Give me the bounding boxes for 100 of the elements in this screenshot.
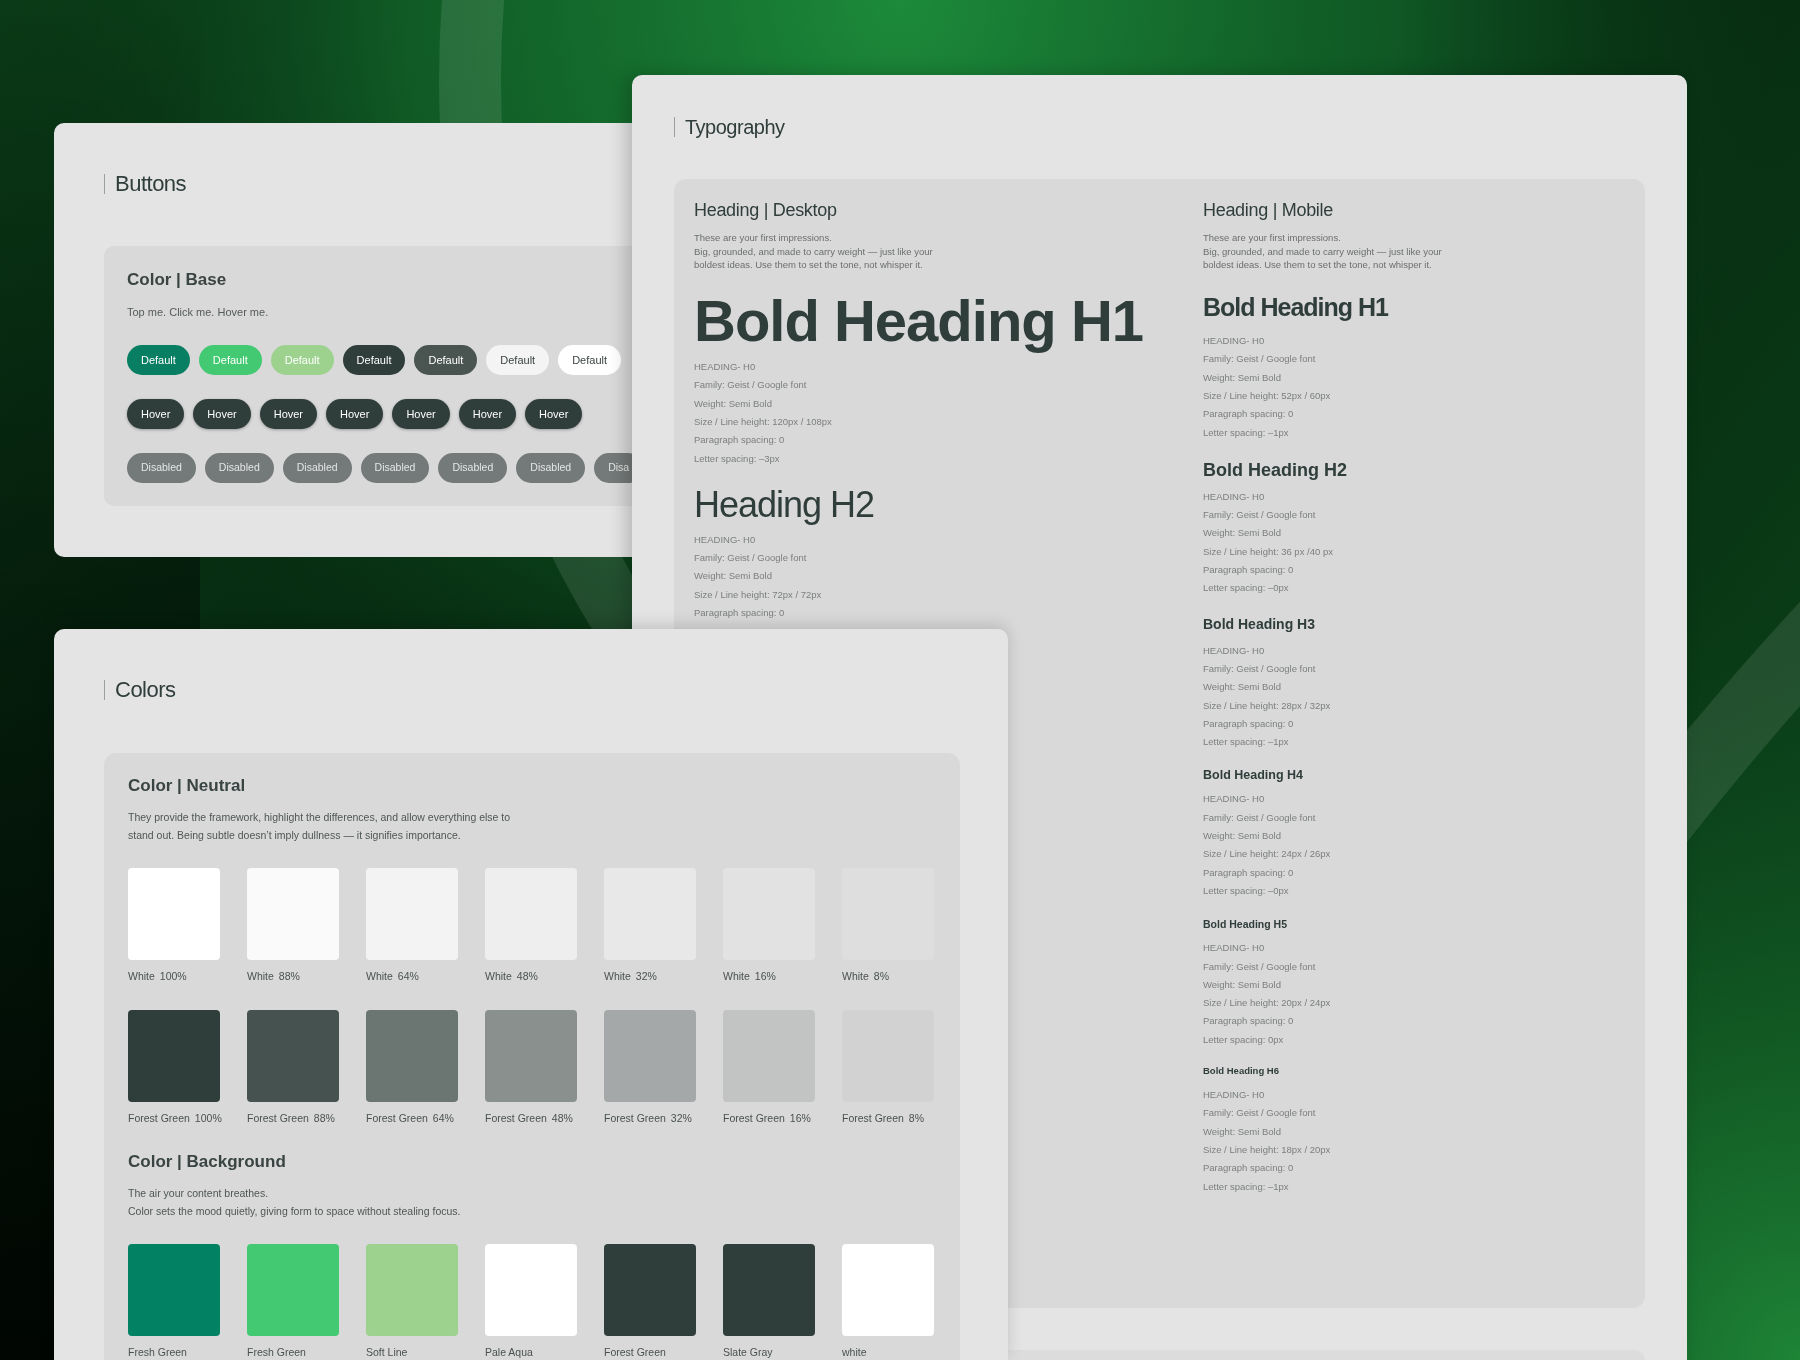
spec-line: Size / Line height: 120px / 108px [694, 415, 832, 429]
heading-sample: Bold Heading H6 [1203, 1066, 1279, 1076]
swatch-label: Forest Green [604, 1346, 666, 1358]
pill-button[interactable]: Default [342, 345, 406, 375]
column-description: These are your first impressions. Big, grounded, and made to carry weight — just like your boldest ideas. Use them to set the tone, not whisper it. [694, 231, 933, 273]
spec-line: Family: Geist / Google font [1203, 352, 1316, 367]
spec-line: Paragraph spacing: 0 [1203, 407, 1294, 422]
card-title: Typography [685, 115, 785, 139]
spec-line: HEADING- H0 [1203, 792, 1265, 807]
spec-line: Size / Line height: 24px / 26px [1203, 847, 1331, 862]
swatch-label: Forest Green [604, 1112, 666, 1124]
section-description: The air your content breathes. Color sets the mood quietly, giving form to space without stealing focus. [128, 1186, 461, 1219]
section-description: They provide the framework, highlight the differences, and allow everything else to stand out. Being subtle doesn’t imply dullness — it signifies importance. [128, 810, 511, 843]
spec-line: Paragraph spacing: 0 [1203, 1161, 1294, 1176]
heading-sample: Bold Heading H3 [1203, 616, 1315, 631]
spec-line: Letter spacing: 0px [1203, 1032, 1284, 1047]
section-description: Top me. Click me. Hover me. [127, 305, 269, 319]
swatch-label: Forest Green [842, 1112, 904, 1124]
pill-button[interactable]: Hover [127, 399, 185, 429]
column-heading: Heading | Mobile [1203, 199, 1333, 221]
swatch-label: Fresh Green [247, 1346, 306, 1358]
swatch-percent: 32% [670, 1112, 692, 1124]
spec-line: Family: Geist / Google font [694, 551, 807, 566]
swatch-label: White [247, 970, 274, 982]
heading-sample: Heading H2 [694, 486, 875, 523]
spec-line: Weight: Semi Bold [1203, 680, 1281, 695]
spec-line: Letter spacing: –1px [1203, 425, 1289, 440]
pill-button[interactable]: Default [558, 345, 621, 375]
swatch-label: Forest Green [723, 1112, 785, 1124]
heading-sample: Bold Heading H2 [1203, 460, 1347, 479]
pill-button[interactable]: Default [486, 345, 550, 375]
swatch-percent: 48% [516, 970, 538, 982]
section-heading: Color | Neutral [128, 776, 246, 796]
swatch-label: Forest Green [128, 1112, 190, 1124]
swatch-percent: 64% [397, 970, 419, 982]
spec-line: Paragraph spacing: 0 [1203, 865, 1294, 880]
section-heading: Color | Base [127, 270, 227, 290]
spec-line: Letter spacing: –0px [1203, 581, 1289, 596]
spec-line: Family: Geist / Google font [1203, 959, 1316, 974]
spec-line: Family: Geist / Google font [1203, 1106, 1316, 1121]
spec-line: HEADING- H0 [1203, 643, 1265, 658]
spec-line: Paragraph spacing: 0 [1203, 563, 1294, 578]
swatch-label: White [723, 970, 750, 982]
spec-line: HEADING- H0 [694, 360, 756, 375]
spec-line: Size / Line height: 52px / 60px [1203, 389, 1331, 403]
spec-line: Size / Line height: 28px / 32px [1203, 698, 1331, 713]
swatch-percent: 32% [635, 970, 657, 982]
spec-line: Weight: Semi Bold [694, 569, 772, 584]
spec-line: Paragraph spacing: 0 [694, 606, 785, 621]
swatch-label: White [485, 970, 512, 982]
heading-sample: Bold Heading H5 [1203, 918, 1287, 931]
swatch-label: White [842, 970, 869, 982]
pill-button[interactable]: Hover [326, 399, 384, 429]
swatch-label: Pale Aqua [485, 1346, 533, 1358]
swatch-label: White [366, 970, 393, 982]
swatch-label: Forest Green [247, 1112, 309, 1124]
swatch-percent: 8% [873, 970, 890, 982]
spec-line: Paragraph spacing: 0 [1203, 716, 1294, 731]
spec-line: HEADING- H0 [1203, 941, 1265, 956]
heading-sample: Bold Heading H1 [694, 292, 1144, 351]
swatch-percent: 16% [754, 970, 776, 982]
column-heading: Heading | Desktop [694, 199, 837, 221]
spec-line: Family: Geist / Google font [1203, 661, 1316, 676]
swatch-percent: 16% [789, 1112, 811, 1124]
pill-button[interactable]: Hover [259, 399, 318, 429]
swatch-label: white [842, 1346, 867, 1358]
spec-line: Family: Geist / Google font [1203, 508, 1316, 523]
pill-button[interactable]: Hover [392, 399, 450, 429]
swatch-percent: 100% [159, 970, 187, 982]
column-description: These are your first impressions. Big, grounded, and made to carry weight — just like your boldest ideas. Use them to set the tone, not whisper it. [1203, 231, 1442, 273]
swatch-percent: 48% [551, 1112, 573, 1124]
pill-button[interactable]: Hover [193, 399, 251, 429]
spec-line: Size / Line height: 36 px /40 px [1203, 544, 1333, 559]
spec-line: HEADING- H0 [1203, 334, 1265, 349]
swatch-percent: 8% [908, 1112, 925, 1124]
swatch-label: Fresh Green [128, 1346, 187, 1358]
pill-button[interactable]: Default [414, 345, 478, 375]
heading-sample: Bold Heading H4 [1203, 768, 1303, 783]
section-heading: Color | Background [128, 1152, 286, 1172]
spec-line: Letter spacing: –1px [1203, 735, 1289, 750]
spec-line: HEADING- H0 [1203, 1088, 1265, 1102]
card-title: Colors [115, 677, 176, 703]
swatch-percent: 88% [313, 1112, 335, 1124]
pill-button[interactable]: Default [127, 345, 190, 375]
swatch-label: Soft Line [366, 1346, 408, 1358]
spec-line: Weight: Semi Bold [1203, 370, 1281, 385]
spec-line: HEADING- H0 [694, 532, 756, 547]
pill-button[interactable]: Hover [458, 399, 517, 429]
spec-line: Family: Geist / Google font [1203, 810, 1316, 825]
spec-line: Weight: Semi Bold [1203, 829, 1281, 844]
swatch-label: Slate Gray [723, 1346, 773, 1358]
spec-line: Letter spacing: –0px [1203, 883, 1289, 898]
spec-line: Weight: Semi Bold [1203, 977, 1281, 992]
spec-line: Weight: Semi Bold [1203, 526, 1281, 541]
spec-line: Weight: Semi Bold [694, 396, 772, 411]
spec-line: Paragraph spacing: 0 [1203, 1014, 1294, 1029]
pill-button[interactable]: Hover [525, 399, 583, 429]
card-title: Buttons [115, 171, 187, 197]
swatch-label: White [128, 970, 155, 982]
swatch-percent: 88% [278, 970, 300, 982]
